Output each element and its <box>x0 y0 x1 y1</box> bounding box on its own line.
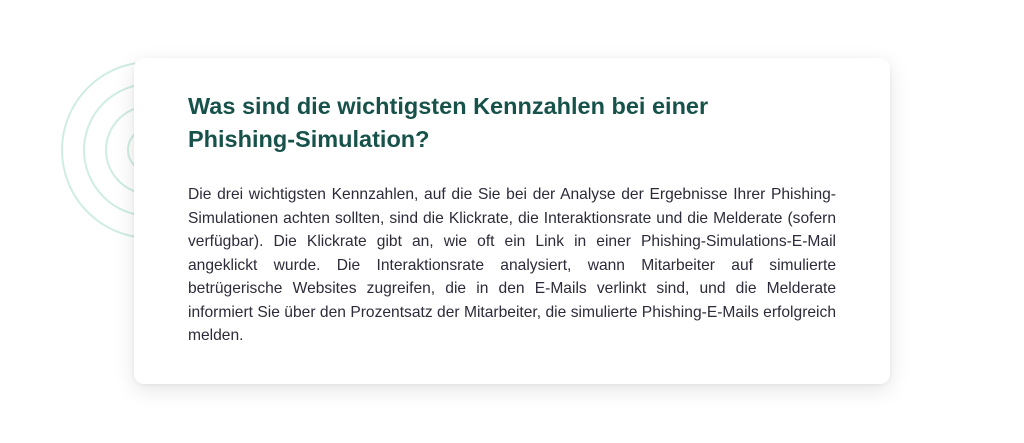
faq-card: Was sind die wichtigsten Kennzahlen bei … <box>134 58 890 384</box>
faq-answer: Die drei wichtigsten Kennzahlen, auf die… <box>188 186 836 344</box>
faq-question: Was sind die wichtigsten Kennzahlen bei … <box>188 93 709 152</box>
